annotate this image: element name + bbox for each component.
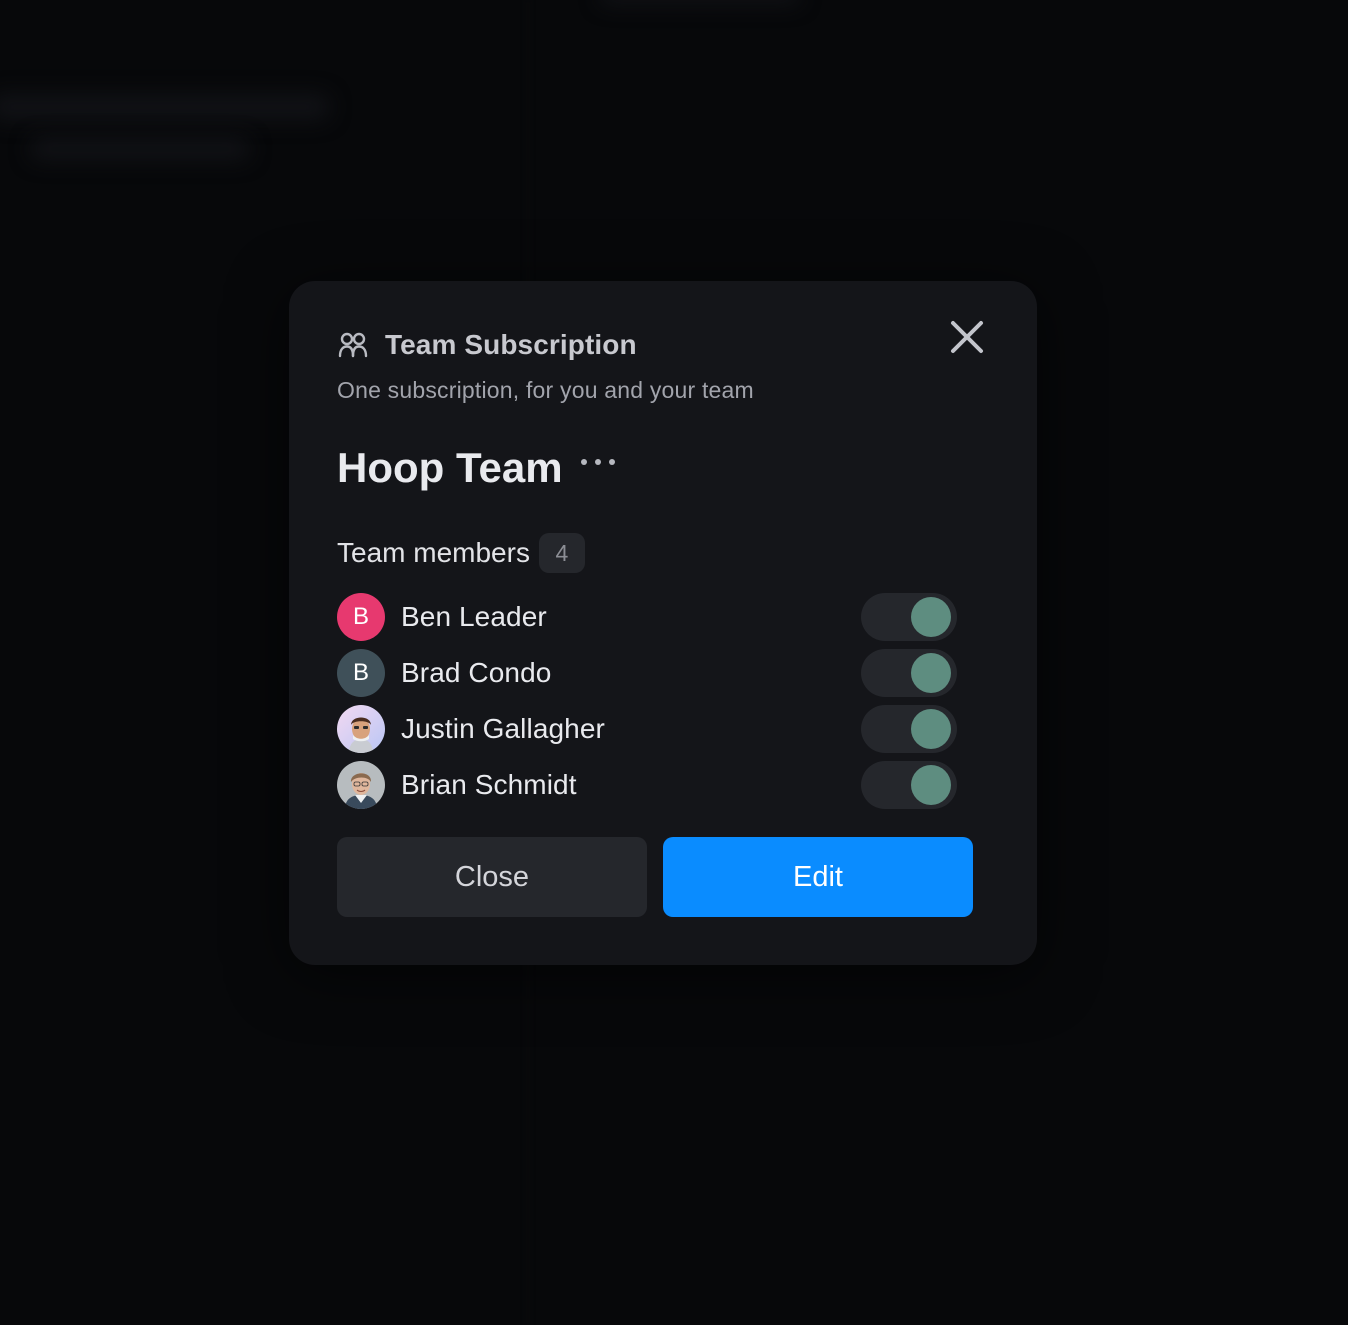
modal-header: Team Subscription	[337, 329, 637, 361]
more-horizontal-icon[interactable]	[580, 452, 615, 472]
member-toggle[interactable]	[861, 593, 957, 641]
close-icon[interactable]	[949, 319, 985, 355]
member-name: Ben Leader	[401, 601, 547, 632]
list-item: B Brad Condo	[337, 645, 957, 701]
member-name: Justin Gallagher	[401, 713, 605, 744]
team-members-count-badge: 4	[538, 533, 585, 573]
team-subscription-modal: Team Subscription One subscription, for …	[289, 281, 1037, 965]
team-members-label: Team members	[337, 537, 530, 568]
team-name-row: Hoop Team	[337, 444, 615, 492]
modal-subtitle: One subscription, for you and your team	[337, 377, 754, 403]
team-members-header: Team members 4	[337, 533, 585, 573]
toggle-knob	[911, 709, 951, 749]
member-toggle[interactable]	[861, 761, 957, 809]
modal-title: Team Subscription	[385, 329, 637, 360]
list-item: Justin Gallagher	[337, 701, 957, 757]
team-member-list: B Ben Leader B Brad Condo Justin Gallagh…	[337, 589, 957, 813]
photo-avatar-image	[337, 761, 385, 809]
member-toggle[interactable]	[861, 649, 957, 697]
blurred-background-text	[30, 138, 250, 160]
member-name: Brian Schmidt	[401, 769, 577, 800]
team-name: Hoop Team	[337, 444, 563, 491]
edit-button[interactable]: Edit	[663, 837, 973, 917]
team-icon	[337, 329, 369, 361]
blurred-background-text	[0, 94, 330, 120]
close-button[interactable]: Close	[337, 837, 647, 917]
toggle-knob	[911, 765, 951, 805]
toggle-knob	[911, 597, 951, 637]
list-item: B Ben Leader	[337, 589, 957, 645]
memoji-avatar-image	[337, 705, 385, 753]
blurred-background-text	[600, 0, 800, 4]
avatar	[337, 761, 385, 809]
toggle-knob	[911, 653, 951, 693]
avatar: B	[337, 593, 385, 641]
member-toggle[interactable]	[861, 705, 957, 753]
avatar	[337, 705, 385, 753]
avatar: B	[337, 649, 385, 697]
list-item: Brian Schmidt	[337, 757, 957, 813]
member-name: Brad Condo	[401, 657, 552, 688]
